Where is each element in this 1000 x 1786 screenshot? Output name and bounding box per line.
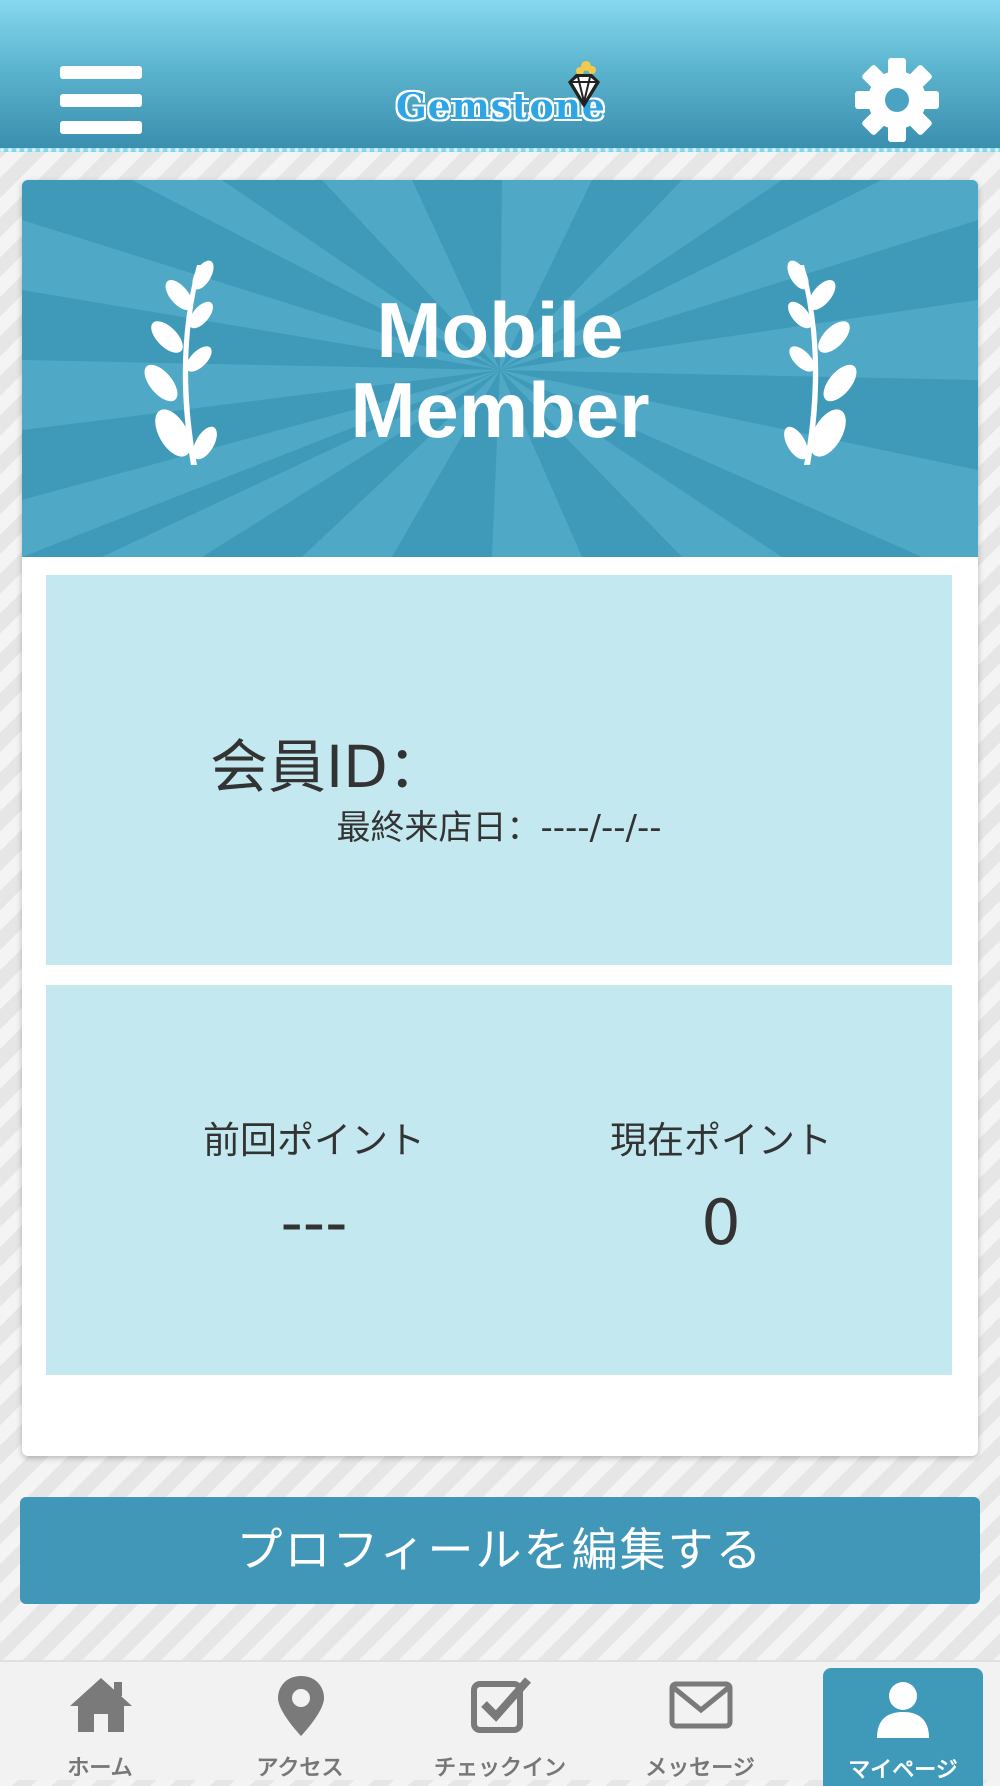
nav-label-mypage: マイページ xyxy=(848,1758,958,1783)
checkin-checkbox-icon xyxy=(471,1677,531,1733)
map-pin-icon xyxy=(278,1676,324,1736)
bottom-nav: ホーム アクセス チェックイン メッセージ マイページ xyxy=(0,1660,1000,1786)
banner-title: Mobile Member xyxy=(22,290,978,450)
nav-item-access[interactable]: アクセス xyxy=(200,1662,400,1781)
nav-label-access: アクセス xyxy=(256,1756,344,1781)
nav-label-home: ホーム xyxy=(67,1756,133,1781)
user-icon xyxy=(877,1682,929,1738)
edit-profile-button[interactable]: プロフィールを編集する xyxy=(20,1497,980,1604)
nav-item-message[interactable]: メッセージ xyxy=(600,1662,800,1781)
home-icon xyxy=(70,1678,132,1732)
nav-label-message: メッセージ xyxy=(645,1756,755,1781)
nav-item-checkin[interactable]: チェックイン xyxy=(400,1662,600,1781)
current-points: 現在ポイント 0 xyxy=(571,1110,871,1259)
nav-item-mypage[interactable]: マイページ xyxy=(823,1668,983,1786)
hamburger-menu-icon[interactable] xyxy=(60,66,142,136)
member-card: Mobile Member 会員ID： 最終来店日：----/--/-- 前回ポ… xyxy=(22,180,978,1456)
current-points-value: 0 xyxy=(701,1186,741,1259)
app-header: Gemstone xyxy=(0,0,1000,152)
points-panel: 前回ポイント --- 現在ポイント 0 xyxy=(46,985,952,1375)
member-id-panel: 会員ID： 最終来店日：----/--/-- xyxy=(46,575,952,965)
banner-title-line1: Mobile xyxy=(376,286,624,374)
nav-item-home[interactable]: ホーム xyxy=(0,1662,200,1781)
member-banner: Mobile Member xyxy=(22,180,978,557)
nav-label-checkin: チェックイン xyxy=(433,1756,566,1781)
previous-points: 前回ポイント --- xyxy=(164,1110,464,1259)
banner-title-line2: Member xyxy=(350,366,650,454)
last-visit-date: 最終来店日：----/--/-- xyxy=(336,808,662,848)
diamond-logo-icon xyxy=(568,61,600,108)
member-id-label: 会員ID： xyxy=(210,733,446,801)
previous-points-value: --- xyxy=(280,1186,348,1259)
envelope-icon xyxy=(669,1681,733,1729)
gear-icon[interactable] xyxy=(855,58,939,142)
current-points-label: 現在ポイント xyxy=(610,1119,832,1162)
previous-points-label: 前回ポイント xyxy=(203,1119,425,1162)
